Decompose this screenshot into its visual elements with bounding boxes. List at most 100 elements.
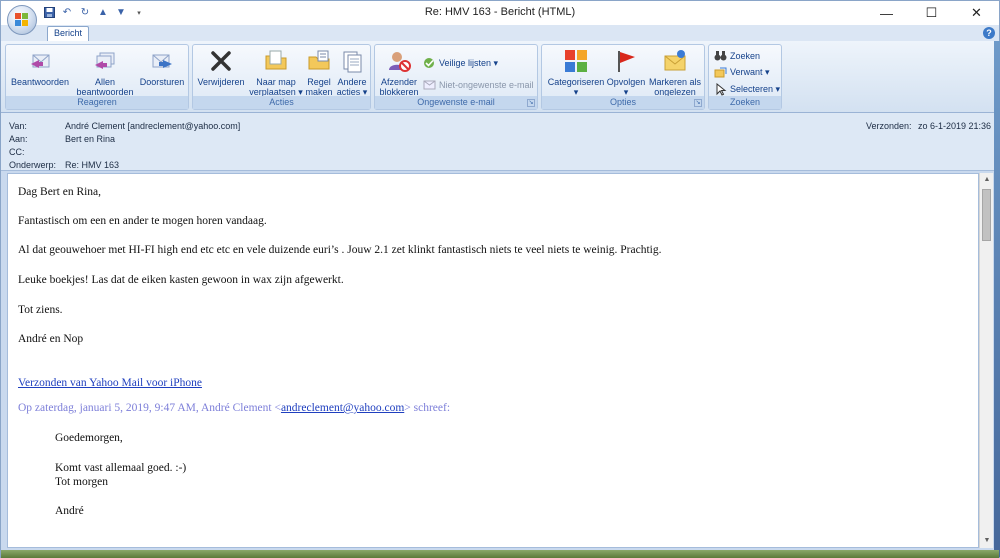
quote-email-link[interactable]: andreclement@yahoo.com bbox=[281, 402, 404, 414]
move-to-folder-button[interactable]: Naar map verplaatsen ▾ bbox=[247, 48, 305, 97]
office-logo-icon bbox=[15, 13, 30, 28]
quoted-line-1: Goedemorgen, bbox=[55, 432, 123, 444]
mark-unread-icon bbox=[664, 50, 686, 71]
tab-bericht[interactable]: Bericht bbox=[47, 26, 89, 41]
find-button[interactable]: Zoeken bbox=[714, 49, 760, 62]
from-value[interactable]: André Clement [andreclement@yahoo.com] bbox=[65, 121, 240, 131]
group-ongewenste-email: Afzender blokkeren Veilige lijsten ▾ Nie… bbox=[374, 44, 538, 110]
sent-value: zo 6-1-2019 21:36 bbox=[917, 121, 991, 131]
minimize-button[interactable]: — bbox=[864, 1, 909, 25]
reply-button[interactable]: Beantwoorden bbox=[9, 48, 71, 87]
from-row: Van: André Clement [andreclement@yahoo.co… bbox=[9, 121, 240, 131]
quote-suffix: > schreef: bbox=[404, 402, 451, 414]
group-label-acties: Acties bbox=[193, 96, 370, 109]
window-controls: — ☐ ✕ bbox=[864, 1, 999, 25]
subject-row: Onderwerp: Re: HMV 163 bbox=[9, 160, 119, 170]
paragraph-1: Fantastisch om een en ander te mogen hor… bbox=[18, 215, 267, 227]
not-junk-button[interactable]: Niet-ongewenste e-mail bbox=[423, 78, 534, 91]
to-value[interactable]: Bert en Rina bbox=[65, 134, 115, 144]
desktop-background-strip bbox=[1, 550, 999, 558]
rule-label-1: Regel bbox=[307, 77, 331, 87]
categorize-label: Categoriseren bbox=[547, 77, 605, 87]
from-label: Van: bbox=[9, 121, 27, 131]
not-junk-icon bbox=[423, 80, 436, 90]
related-icon bbox=[714, 67, 727, 78]
reply-all-button[interactable]: Allen beantwoorden bbox=[72, 48, 138, 97]
categorize-icon bbox=[565, 50, 587, 72]
forward-icon bbox=[152, 54, 172, 68]
group-label-reageren: Reageren bbox=[6, 96, 188, 109]
quote-prefix: Op zaterdag, januari 5, 2019, 9:47 AM, A… bbox=[18, 402, 281, 414]
message-header: Van: André Clement [andreclement@yahoo.co… bbox=[1, 113, 999, 171]
mark-unread-button[interactable]: Markeren als ongelezen bbox=[646, 48, 704, 97]
forward-button[interactable]: Doorsturen bbox=[136, 48, 188, 87]
greeting: Dag Bert en Rina, bbox=[18, 186, 102, 198]
group-label-ongewenst: Ongewenste e-mail bbox=[375, 96, 537, 109]
scroll-up-icon[interactable]: ▲ bbox=[980, 173, 994, 187]
cc-row: CC: bbox=[9, 147, 65, 157]
quoted-line-4: André bbox=[55, 505, 84, 517]
to-row: Aan: Bert en Rina bbox=[9, 134, 115, 144]
follow-up-button[interactable]: Opvolgen ▾ bbox=[604, 48, 648, 97]
safe-lists-icon bbox=[424, 58, 434, 68]
move-label-1: Naar map bbox=[256, 77, 296, 87]
block-sender-button[interactable]: Afzender blokkeren bbox=[377, 48, 421, 97]
opties-dialog-launcher-icon[interactable]: ↘ bbox=[694, 99, 702, 107]
categorize-button[interactable]: Categoriseren ▾ bbox=[544, 48, 608, 97]
sent-label: Verzonden: bbox=[865, 121, 912, 131]
reply-label: Beantwoorden bbox=[10, 77, 70, 87]
maximize-button[interactable]: ☐ bbox=[909, 1, 954, 25]
close-button[interactable]: ✕ bbox=[954, 1, 999, 25]
office-button[interactable] bbox=[7, 5, 37, 35]
scroll-down-icon[interactable]: ▼ bbox=[980, 534, 994, 548]
cursor-icon bbox=[716, 83, 727, 96]
other-label-1: Andere bbox=[337, 77, 367, 87]
safe-lists-button[interactable]: Veilige lijsten ▾ bbox=[423, 57, 498, 70]
to-label: Aan: bbox=[9, 134, 28, 144]
sent-row: Verzonden: zo 6-1-2019 21:36 bbox=[866, 121, 991, 131]
quoted-line-2: Komt vast allemaal goed. :-) bbox=[55, 462, 187, 474]
scrollbar-thumb[interactable] bbox=[982, 189, 991, 241]
group-acties: Verwijderen Naar map verplaatsen ▾ Regel… bbox=[192, 44, 371, 110]
signature: André en Nop bbox=[18, 333, 84, 345]
help-icon[interactable]: ? bbox=[983, 27, 995, 39]
window-title: Re: HMV 163 - Bericht (HTML) bbox=[424, 6, 576, 18]
delete-button[interactable]: Verwijderen bbox=[195, 48, 247, 87]
ribbon: Beantwoorden Allen beantwoorden Doorstur… bbox=[1, 41, 999, 113]
related-button[interactable]: Verwant ▾ bbox=[714, 66, 770, 79]
message-body[interactable]: Dag Bert en Rina, Fantastisch om een en … bbox=[7, 173, 979, 548]
group-label-opties: Opties bbox=[542, 96, 704, 109]
subject-value: Re: HMV 163 bbox=[65, 160, 120, 170]
create-rule-button[interactable]: Regel maken bbox=[303, 48, 335, 97]
other-actions-icon bbox=[343, 51, 362, 73]
move-to-folder-icon bbox=[265, 50, 287, 70]
follow-up-label: Opvolgen bbox=[606, 77, 646, 87]
yahoo-mail-link[interactable]: Verzonden van Yahoo Mail voor iPhone bbox=[18, 377, 202, 389]
vertical-scrollbar[interactable]: ▲ ▼ bbox=[979, 173, 993, 548]
safe-lists-label: Veilige lijsten ▾ bbox=[439, 58, 499, 68]
reply-icon bbox=[31, 54, 50, 68]
background-window-edge bbox=[994, 41, 1000, 557]
quote-attribution: Op zaterdag, januari 5, 2019, 9:47 AM, A… bbox=[18, 402, 450, 414]
forward-label: Doorsturen bbox=[139, 77, 185, 87]
ongewenst-dialog-launcher-icon[interactable]: ↘ bbox=[527, 99, 535, 107]
subject-label: Onderwerp: bbox=[9, 160, 57, 170]
block-sender-icon bbox=[389, 52, 411, 72]
not-junk-label: Niet-ongewenste e-mail bbox=[439, 79, 534, 90]
block-label-1: Afzender bbox=[380, 77, 418, 87]
mark-label-1: Markeren als bbox=[648, 77, 702, 87]
delete-label: Verwijderen bbox=[197, 77, 245, 87]
other-actions-button[interactable]: Andere acties ▾ bbox=[335, 48, 369, 97]
quoted-line-3: Tot morgen bbox=[55, 476, 108, 488]
select-button[interactable]: Selecteren ▾ bbox=[714, 83, 780, 96]
title-bar: ↶ ↻ ▲ ▼ ▾ Re: HMV 163 - Bericht (HTML) —… bbox=[1, 1, 999, 25]
ribbon-tab-row: Bericht ? bbox=[1, 25, 999, 41]
create-rule-icon bbox=[308, 50, 330, 70]
paragraph-2: Al dat geouwehoer met HI-FI high end etc… bbox=[18, 244, 662, 256]
group-zoeken: Zoeken Verwant ▾ Selecteren ▾ Zoeken bbox=[708, 44, 782, 110]
group-opties: Categoriseren ▾ Opvolgen ▾ Markeren als … bbox=[541, 44, 705, 110]
delete-icon bbox=[211, 51, 231, 71]
group-reageren: Beantwoorden Allen beantwoorden Doorstur… bbox=[5, 44, 189, 110]
binoculars-icon bbox=[714, 51, 727, 61]
related-label: Verwant ▾ bbox=[730, 67, 770, 77]
